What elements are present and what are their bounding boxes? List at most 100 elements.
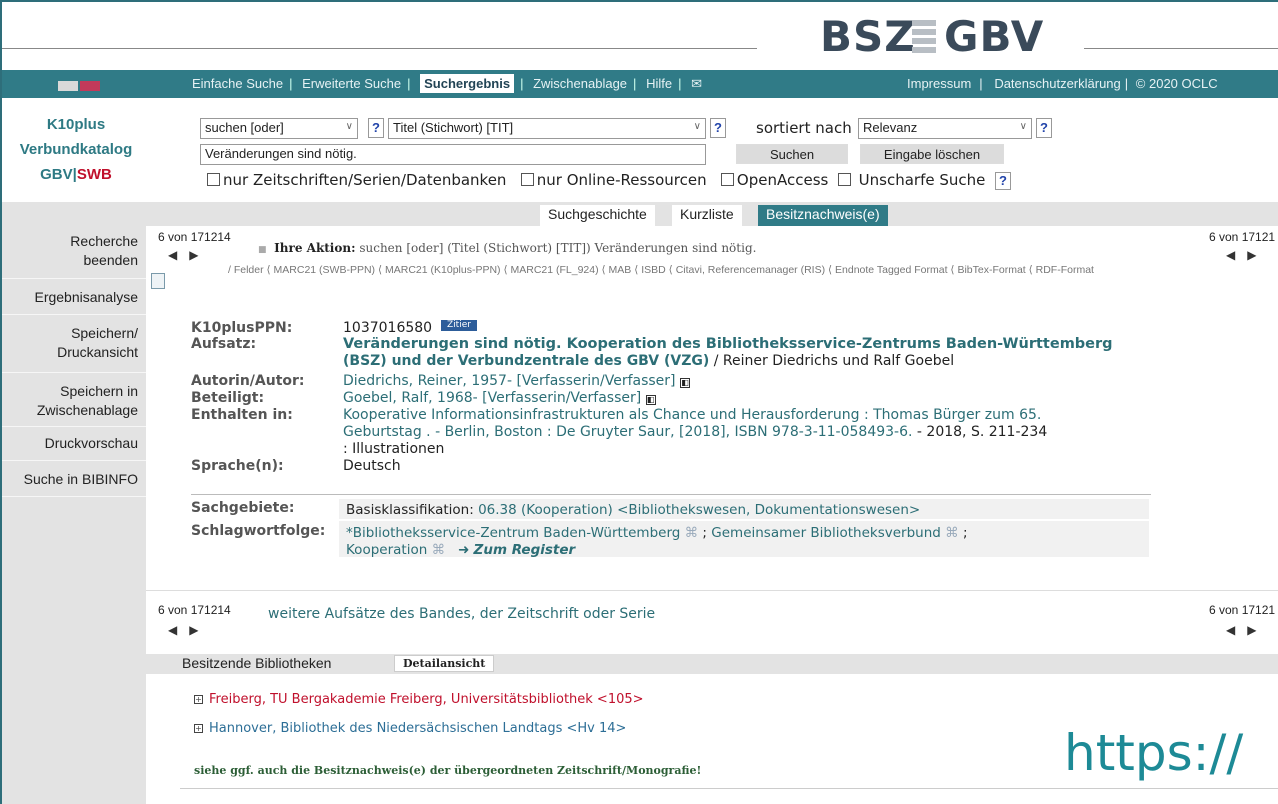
format-mab[interactable]: MAB xyxy=(609,264,632,276)
format-marc21-fl924[interactable]: MARC21 (FL_924) xyxy=(510,264,598,276)
gnd-icon[interactable]: ◧ xyxy=(645,395,656,405)
format-marc21-swb[interactable]: MARC21 (SWB-PPN) xyxy=(274,264,376,276)
format-rdf[interactable]: RDF-Format xyxy=(1036,264,1094,276)
beteiligt-link[interactable]: Goebel, Ralf, 1968- [Verfasserin/Verfass… xyxy=(343,390,641,406)
library-item[interactable]: + Hannover, Bibliothek des Niedersächsisc… xyxy=(194,721,626,736)
libraries-header-label: Besitzende Bibliotheken xyxy=(182,655,332,671)
detailansicht-button[interactable]: Detailansicht xyxy=(394,655,495,672)
prev-arrow-icon[interactable]: ◀ xyxy=(168,623,189,637)
register-link[interactable]: Zum Register xyxy=(474,542,576,558)
sidebar-speichern-zwischenablage[interactable]: Speichern in Zwischenablage xyxy=(2,382,146,420)
enthalten-illustrationen: : Illustrationen xyxy=(343,441,445,457)
prev-arrow-icon[interactable]: ◀ xyxy=(1226,623,1247,637)
logo-bsz: BSZ xyxy=(820,12,916,61)
search-button[interactable]: Suchen xyxy=(736,144,848,164)
nav-suchergebnis[interactable]: Suchergebnis xyxy=(420,74,515,93)
command-icon[interactable]: ⌘ xyxy=(685,525,699,541)
next-arrow-icon[interactable]: ▶ xyxy=(189,623,210,637)
clear-button[interactable]: Eingabe löschen xyxy=(860,144,1004,164)
gnd-icon[interactable]: ◧ xyxy=(679,378,690,388)
top-navigation: Einfache Suche | Erweiterte Suche | Sucher… xyxy=(2,70,1278,98)
sidebar-recherche-beenden[interactable]: Recherche beenden xyxy=(2,232,146,270)
next-arrow-icon[interactable]: ▶ xyxy=(189,248,210,262)
nav-impressum[interactable]: Impressum xyxy=(907,76,971,91)
nav-einfache-suche[interactable]: Einfache Suche xyxy=(192,76,283,91)
enthalten-pages: - 2018, S. 211-234 xyxy=(912,424,1048,440)
title-line1[interactable]: Veränderungen sind nötig. Kooperation de… xyxy=(343,336,1113,353)
user-action: ■ Ihre Aktion: suchen [oder] (Titel (Sti… xyxy=(258,241,757,255)
format-isbd[interactable]: ISBD xyxy=(641,264,666,276)
expand-plus-icon[interactable]: + xyxy=(194,695,203,704)
libraries-note: siehe ggf. auch die Besitznachweis(e) de… xyxy=(194,764,702,777)
sidebar-ergebnisanalyse[interactable]: Ergebnisanalyse xyxy=(2,288,146,307)
enthalten-link-2[interactable]: Geburtstag . - Berlin, Boston : De Gruyt… xyxy=(343,424,912,440)
sidebar-druckvorschau[interactable]: Druckvorschau xyxy=(2,434,146,453)
help-sort-button[interactable]: ? xyxy=(1036,118,1052,138)
tab-besitznachweise[interactable]: Besitznachweis(e) xyxy=(758,205,888,226)
command-icon[interactable]: ⌘ xyxy=(432,542,446,558)
library-hannover[interactable]: Hannover, Bibliothek des Niedersächsisch… xyxy=(209,721,626,736)
expand-plus-icon[interactable]: + xyxy=(194,724,203,733)
autor-label: Autorin/Autor: xyxy=(191,373,305,389)
help-mode-button[interactable]: ? xyxy=(368,118,384,138)
search-mode-select[interactable]: suchen [oder] ∨ xyxy=(200,118,358,139)
search-filters: nur Zeitschriften/Serien/Datenbanken nur… xyxy=(207,171,1011,190)
next-arrow-icon[interactable]: ▶ xyxy=(1247,248,1268,262)
format-marc21-k10[interactable]: MARC21 (K10plus-PPN) xyxy=(385,264,501,276)
language-flags-icon[interactable] xyxy=(58,79,102,91)
sort-select[interactable]: Relevanz ∨ xyxy=(858,118,1032,139)
sidebar-speichern-druckansicht[interactable]: Speichern/ Druckansicht xyxy=(2,324,146,362)
nav-erweiterte-suche[interactable]: Erweiterte Suche xyxy=(302,76,401,91)
banner-line-left xyxy=(2,48,757,49)
library-freiberg[interactable]: Freiberg, TU Bergakademie Freiberg, Univ… xyxy=(209,692,644,707)
filter-openaccess-checkbox[interactable] xyxy=(720,173,734,186)
sidebar-suche-bibinfo[interactable]: Suche in BIBINFO xyxy=(2,470,146,489)
brand-swb: SWB xyxy=(76,166,112,183)
next-arrow-icon[interactable]: ▶ xyxy=(1247,623,1268,637)
nav-hilfe[interactable]: Hilfe xyxy=(646,76,672,91)
tab-kurzliste[interactable]: Kurzliste xyxy=(672,205,742,226)
library-item[interactable]: + Freiberg, TU Bergakademie Freiberg, Uni… xyxy=(194,692,644,707)
filter-unscharf-checkbox[interactable] xyxy=(837,173,851,186)
nav-zwischenablage[interactable]: Zwischenablage xyxy=(533,76,627,91)
mail-icon[interactable]: ✉ xyxy=(691,76,702,91)
tab-suchgeschichte[interactable]: Suchgeschichte xyxy=(540,205,655,226)
schlagwort-kooperation[interactable]: Kooperation xyxy=(346,542,427,558)
search-field-select[interactable]: Titel (Stichwort) [TIT] ∨ xyxy=(388,118,706,139)
help-unscharf-button[interactable]: ? xyxy=(994,172,1011,190)
enthalten-label: Enthalten in: xyxy=(191,407,293,423)
sach-link[interactable]: 06.38 (Kooperation) <Bibliothekswesen, D… xyxy=(478,502,920,518)
format-ris[interactable]: Citavi, Referencemanager (RIS) xyxy=(676,264,825,276)
command-icon[interactable]: ⌘ xyxy=(945,525,959,541)
filter-zeitschriften-label: nur Zeitschriften/Serien/Datenbanken xyxy=(223,171,507,189)
format-felder[interactable]: Felder xyxy=(234,264,264,276)
format-bibtex[interactable]: BibTex-Format xyxy=(957,264,1025,276)
hit-count-bottom: 6 von 171214 xyxy=(158,603,231,617)
sach-prefix: Basisklassifikation: xyxy=(346,502,479,518)
hit-count-right: 6 von 17121 xyxy=(1209,230,1276,244)
chevron-down-icon: ∨ xyxy=(693,121,701,132)
zitier-button[interactable]: Zitier xyxy=(441,320,477,331)
prev-arrow-icon[interactable]: ◀ xyxy=(1226,248,1247,262)
action-label: Ihre Aktion: xyxy=(274,241,356,255)
schlagwort-bsz[interactable]: *Bibliotheksservice-Zentrum Baden-Württe… xyxy=(346,525,680,541)
schlagwort-gbv[interactable]: Gemeinsamer Bibliotheksverbund xyxy=(711,525,941,541)
nav-datenschutz[interactable]: Datenschutzerklärung xyxy=(994,76,1120,91)
search-input[interactable]: Veränderungen sind nötig. xyxy=(200,144,706,165)
hit-count-bottom-right: 6 von 17121 xyxy=(1209,603,1276,617)
chevron-down-icon: ∨ xyxy=(345,121,353,132)
filter-online-checkbox[interactable] xyxy=(520,173,534,186)
autor-link[interactable]: Diedrichs, Reiner, 1957- [Verfasserin/Ve… xyxy=(343,373,676,389)
hit-nav-arrows: ◀▶ xyxy=(168,248,210,262)
filter-zeitschriften-checkbox[interactable] xyxy=(207,173,220,186)
prev-arrow-icon[interactable]: ◀ xyxy=(168,248,189,262)
arrow-right-icon: ➜ xyxy=(457,542,470,558)
enthalten-link[interactable]: Kooperative Informationsinfrastrukturen … xyxy=(343,407,1041,424)
chevron-down-icon: ∨ xyxy=(1019,121,1027,132)
ppn-label: K10plusPPN: xyxy=(191,320,293,336)
title-line2[interactable]: (BSZ) und der Verbundzentrale des GBV (V… xyxy=(343,353,709,369)
beteiligt-label: Beteiligt: xyxy=(191,390,265,406)
weitere-aufsaetze-link[interactable]: weitere Aufsätze des Bandes, der Zeitsch… xyxy=(268,606,655,622)
help-field-button[interactable]: ? xyxy=(710,118,726,138)
format-endnote[interactable]: Endnote Tagged Format xyxy=(835,264,947,276)
